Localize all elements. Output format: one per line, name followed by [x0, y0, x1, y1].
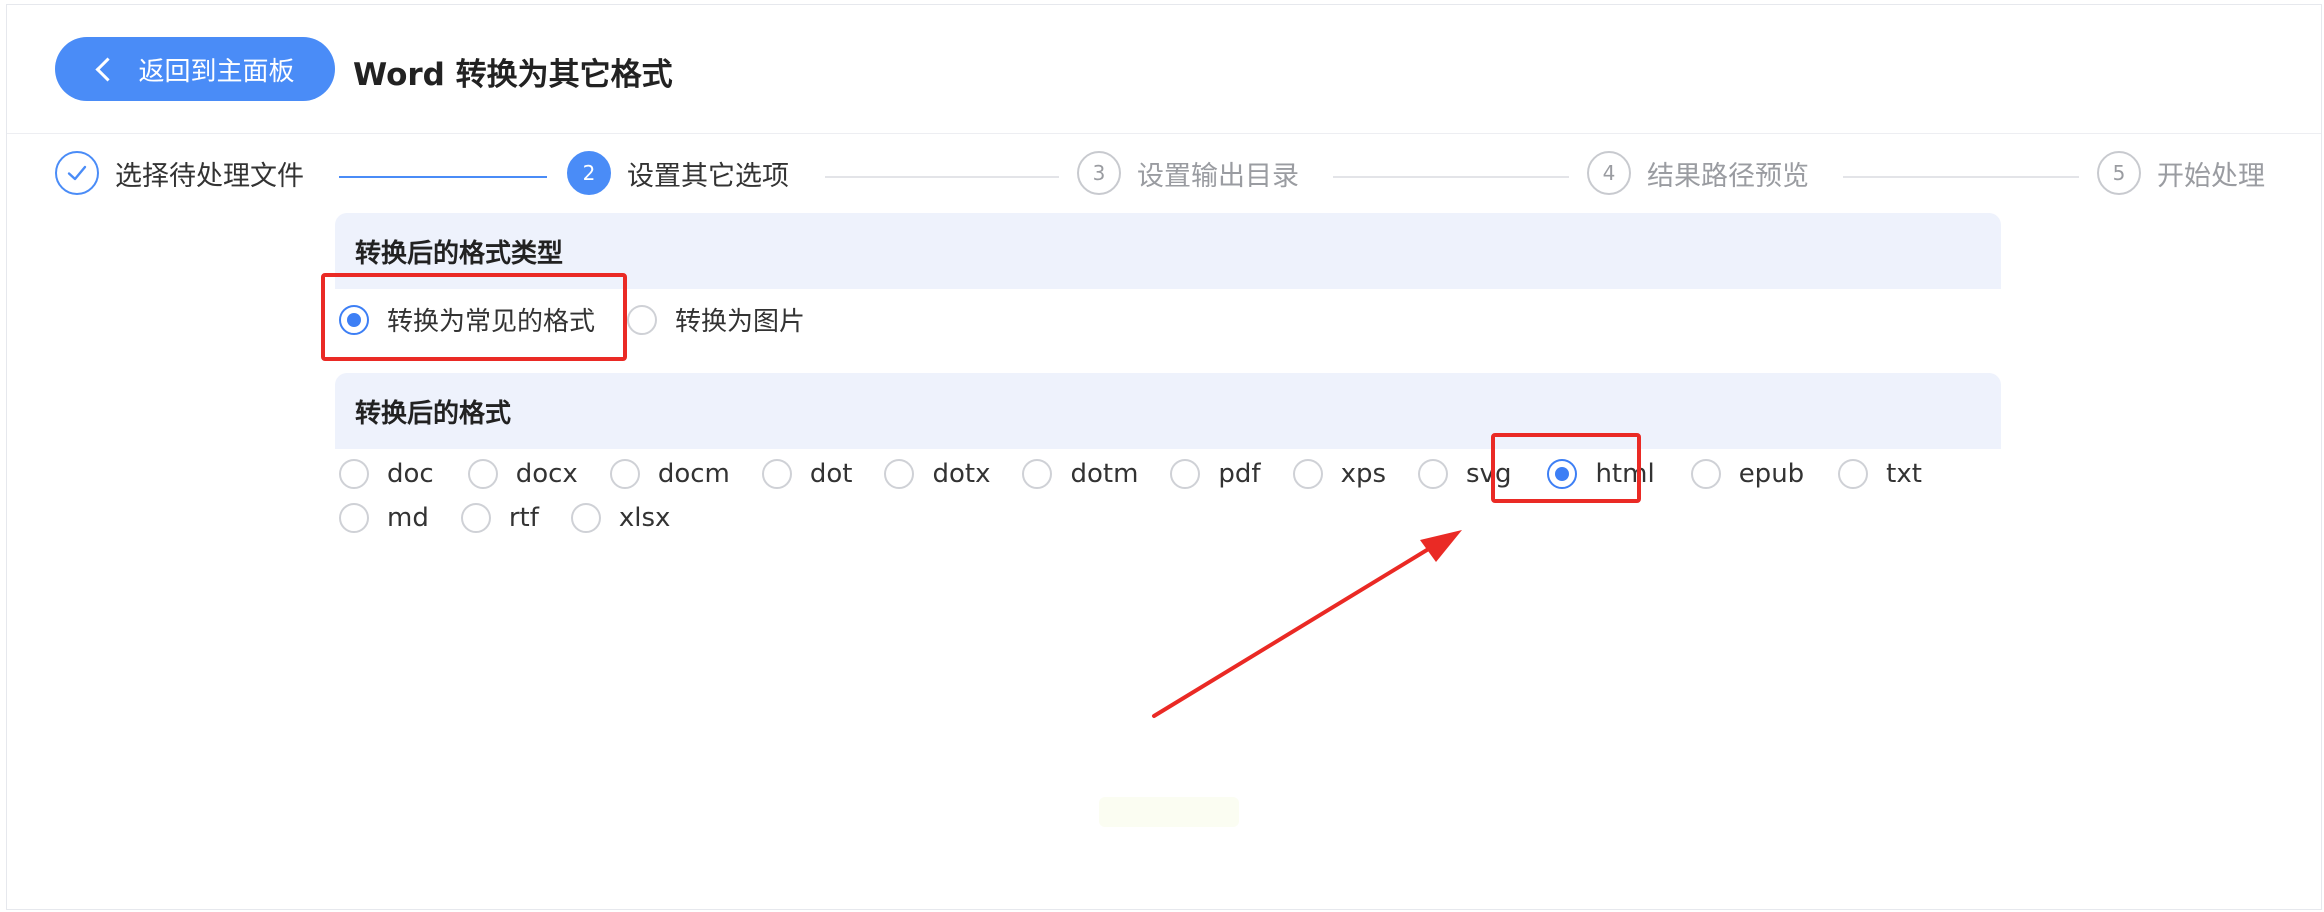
page-title: Word 转换为其它格式: [353, 57, 673, 93]
radio-pdf[interactable]: pdf: [1170, 459, 1261, 489]
radio-dot: [1292, 459, 1323, 489]
back-button-label: 返回到主面板: [138, 56, 295, 87]
radio-dot: [339, 503, 369, 533]
step-1: 选择待处理文件: [55, 151, 304, 195]
radio-label: 转换为常见的格式: [387, 307, 596, 337]
app-window: 返回到主面板 Word 转换为其它格式 选择待处理文件 2 设置其它选项 3 设…: [6, 4, 2322, 910]
step-2-label: 设置其它选项: [627, 160, 789, 192]
radio-dot: [1690, 459, 1721, 489]
radio-rtf[interactable]: rtf: [460, 503, 539, 533]
radio-label: dot: [809, 459, 853, 489]
radio-docm[interactable]: docm: [609, 459, 730, 489]
radio-dot: [339, 304, 369, 335]
step-5-label: 开始处理: [2157, 160, 2265, 192]
format-section-title: 转换后的格式: [335, 373, 2001, 449]
step-4-number: 4: [1587, 151, 1631, 195]
step-1-label: 选择待处理文件: [115, 160, 304, 192]
radio-svg[interactable]: svg: [1418, 459, 1511, 489]
header-bar: 返回到主面板 Word 转换为其它格式: [7, 5, 2321, 134]
radio-dot: [884, 459, 915, 489]
radio-label: xps: [1340, 459, 1387, 489]
radio-xps[interactable]: xps: [1292, 459, 1387, 489]
step-3: 3 设置输出目录: [1077, 151, 1299, 195]
radio-xlsx[interactable]: xlsx: [570, 503, 671, 533]
step-3-number: 3: [1077, 151, 1121, 195]
radio-label: svg: [1466, 459, 1512, 489]
radio-dot: [467, 459, 498, 489]
radio-image-format[interactable]: 转换为图片: [627, 301, 805, 338]
format-type-section-title: 转换后的格式类型: [335, 213, 2001, 289]
radio-dot: [570, 503, 601, 533]
step-4-label: 结果路径预览: [1647, 160, 1809, 192]
format-type-options: 转换为常见的格式 转换为图片: [339, 301, 805, 338]
radio-dot: [761, 459, 792, 489]
radio-label: rtf: [508, 503, 539, 533]
radio-epub[interactable]: epub: [1690, 459, 1805, 489]
faint-artifact: [1099, 797, 1239, 827]
radio-docx[interactable]: docx: [467, 459, 578, 489]
format-options-row-2: md rtf xlsx: [339, 503, 670, 533]
stepper: 选择待处理文件 2 设置其它选项 3 设置输出目录 4 结果路径预览 5 开始处…: [7, 133, 2321, 217]
radio-label: dotx: [932, 459, 991, 489]
radio-label: dotm: [1070, 459, 1139, 489]
radio-md[interactable]: md: [339, 503, 429, 533]
step-2-number: 2: [567, 151, 611, 195]
radio-dot: [460, 503, 491, 533]
radio-label: doc: [387, 459, 434, 489]
step-5-number: 5: [2097, 151, 2141, 195]
radio-label: pdf: [1218, 459, 1261, 489]
step-connector-2: [825, 176, 1059, 178]
check-icon: [55, 151, 99, 195]
step-3-label: 设置输出目录: [1137, 160, 1299, 192]
radio-label: epub: [1738, 459, 1805, 489]
step-connector-3: [1333, 176, 1569, 178]
radio-common-format[interactable]: 转换为常见的格式: [339, 301, 595, 338]
radio-dot: [1838, 459, 1869, 489]
radio-dotm[interactable]: dotm: [1022, 459, 1138, 489]
radio-html[interactable]: html: [1547, 459, 1655, 489]
radio-dot: [1418, 459, 1449, 489]
format-options-row-1: doc docx docm dot dotx dotm pdf xps svg …: [339, 459, 1922, 489]
radio-label: md: [387, 503, 429, 533]
radio-label: html: [1595, 459, 1655, 489]
step-4: 4 结果路径预览: [1587, 151, 1809, 195]
radio-label: 转换为图片: [675, 307, 806, 337]
radio-dotx[interactable]: dotx: [884, 459, 990, 489]
radio-label: docx: [515, 459, 578, 489]
radio-txt[interactable]: txt: [1838, 459, 1922, 489]
radio-dot: [1022, 459, 1053, 489]
radio-doc[interactable]: doc: [339, 459, 434, 489]
step-connector-4: [1843, 176, 2079, 178]
radio-dot: [339, 459, 369, 489]
step-5: 5 开始处理: [2097, 151, 2265, 195]
chevron-left-icon: [95, 56, 121, 82]
radio-label: docm: [657, 459, 730, 489]
back-to-dashboard-button[interactable]: 返回到主面板: [55, 37, 335, 101]
radio-dot: [1547, 459, 1578, 489]
radio-label: txt: [1886, 459, 1922, 489]
step-connector-1: [339, 176, 547, 178]
radio-dot-format[interactable]: dot: [761, 459, 853, 489]
step-2: 2 设置其它选项: [567, 151, 789, 195]
radio-dot: [609, 459, 640, 489]
radio-dot: [1170, 459, 1201, 489]
radio-label: xlsx: [618, 503, 671, 533]
radio-dot: [627, 304, 658, 335]
